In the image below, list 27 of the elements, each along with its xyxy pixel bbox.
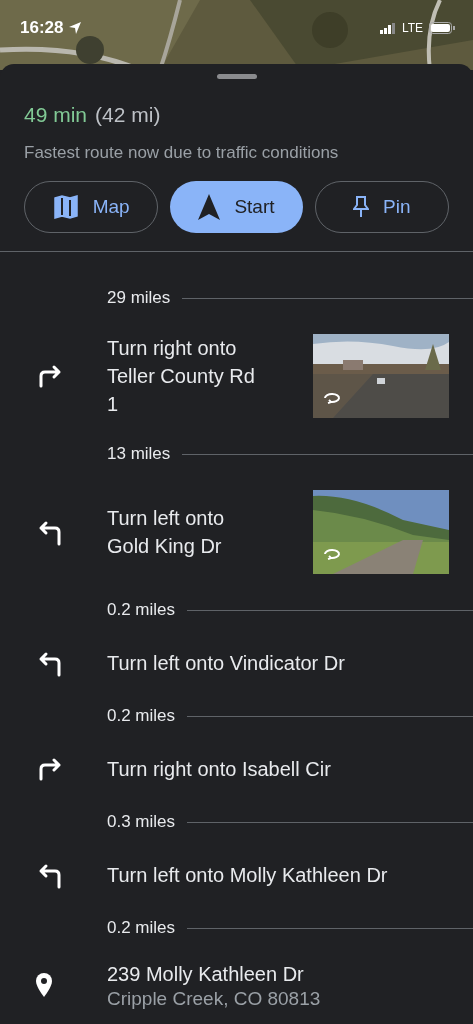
drag-handle[interactable]: [216, 74, 257, 79]
step-distance: 0.3 miles: [107, 812, 176, 832]
trip-distance: (42 mi): [95, 103, 161, 127]
step-distance: 0.2 miles: [107, 706, 176, 726]
pushpin-icon: [353, 195, 370, 219]
battery-icon: [429, 22, 455, 34]
turn-instruction[interactable]: Turn left onto Molly Kathleen Dr: [107, 861, 449, 889]
location-arrow-icon: [69, 22, 82, 34]
step-distance: 29 miles: [107, 288, 171, 308]
destination-address: 239 Molly Kathleen Dr: [107, 962, 305, 987]
step-distance: 0.2 miles: [107, 600, 176, 620]
start-button[interactable]: Start: [170, 181, 303, 233]
destination-city: Cripple Creek, CO 80813: [107, 988, 322, 1010]
navigation-arrow-icon: [198, 194, 221, 220]
network-label: LTE: [401, 21, 423, 35]
trip-duration: 49 min: [24, 103, 88, 127]
route-note: Fastest route now due to traffic conditions: [24, 143, 340, 163]
turn-instruction[interactable]: Turn right onto Teller County Rd 1: [107, 334, 313, 418]
clock-time: 16:28: [20, 18, 64, 38]
signal-icon: [379, 22, 396, 34]
turn-instruction[interactable]: Turn left onto Gold King Dr: [107, 504, 313, 560]
turn-instruction[interactable]: Turn left onto Vindicator Dr: [107, 649, 449, 677]
step-distance: 0.2 miles: [107, 918, 176, 938]
turn-instruction[interactable]: Turn right onto Isabell Cir: [107, 755, 449, 783]
location-pin-icon: [36, 973, 52, 997]
map-icon: [52, 195, 79, 219]
step-distance: 13 miles: [107, 444, 171, 464]
